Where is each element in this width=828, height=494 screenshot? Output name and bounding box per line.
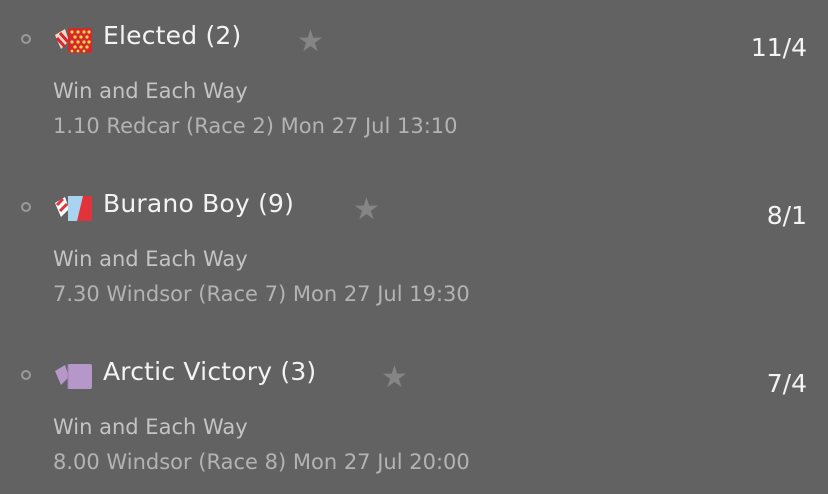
odds[interactable]: 7/4: [767, 369, 807, 398]
bet-selection-list: Elected (2) ★ 11/4 Win and Each Way 1.10…: [0, 0, 828, 494]
radio-button[interactable]: [21, 370, 31, 380]
odds[interactable]: 11/4: [751, 33, 807, 62]
race-info: 1.10 Redcar (Race 2) Mon 27 Jul 13:10: [53, 114, 458, 138]
star-icon[interactable]: ★: [353, 191, 380, 229]
radio-button[interactable]: [21, 34, 31, 44]
silk-red-yellow-dots-icon: [55, 28, 92, 53]
radio-button[interactable]: [21, 202, 31, 212]
horse-name[interactable]: Elected (2): [103, 21, 241, 50]
market-type: Win and Each Way: [53, 247, 248, 271]
race-info: 7.30 Windsor (Race 7) Mon 27 Jul 19:30: [53, 282, 470, 306]
race-info: 8.00 Windsor (Race 8) Mon 27 Jul 20:00: [53, 450, 470, 474]
odds[interactable]: 8/1: [767, 201, 807, 230]
selection-item: Burano Boy (9) ★ 8/1 Win and Each Way 7.…: [0, 168, 828, 328]
star-icon[interactable]: ★: [381, 359, 408, 397]
selection-item: Elected (2) ★ 11/4 Win and Each Way 1.10…: [0, 0, 828, 160]
silk-lightblue-red-icon: [55, 196, 92, 221]
horse-name[interactable]: Arctic Victory (3): [103, 357, 316, 386]
market-type: Win and Each Way: [53, 79, 248, 103]
horse-name[interactable]: Burano Boy (9): [103, 189, 294, 218]
silk-lilac-icon: [55, 364, 92, 389]
selection-item: Arctic Victory (3) ★ 7/4 Win and Each Wa…: [0, 336, 828, 494]
star-icon[interactable]: ★: [297, 23, 324, 61]
market-type: Win and Each Way: [53, 415, 248, 439]
